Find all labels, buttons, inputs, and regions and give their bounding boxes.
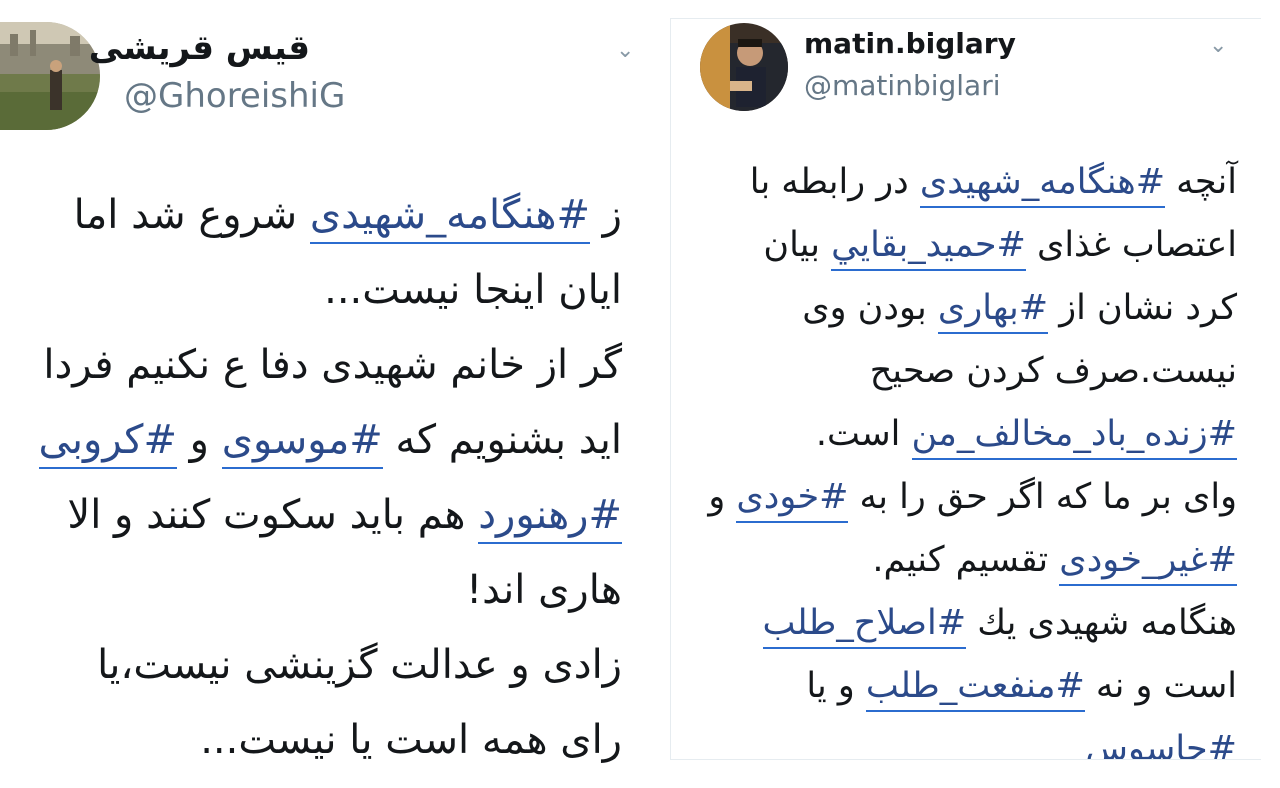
text-line: اید بشنویم که #موسوی و #کروبی <box>38 403 622 478</box>
hashtag-link[interactable]: #رهنورد <box>478 492 622 544</box>
text-line: نیست.صرف کردن صحیح <box>708 340 1237 403</box>
text-line: #رهنورد هم باید سکوت کنند و الا <box>39 478 622 553</box>
text-segment: اید بشنویم که <box>382 417 622 463</box>
text-line: آنچه #هنگامه_شهیدی در رابطه با <box>708 151 1237 214</box>
text-segment: ز <box>589 192 622 238</box>
text-segment: اعتصاب غذای <box>1025 225 1237 265</box>
text-segment: آنچه <box>1165 162 1237 202</box>
hashtag-link[interactable]: #کروبی <box>38 417 177 469</box>
text-segment: بودن وی <box>802 288 938 328</box>
user-handle[interactable]: @GhoreishiG <box>124 76 345 116</box>
text-line: گر از خانم شهیدی دفا ع نکنیم فردا <box>39 328 622 403</box>
display-name[interactable]: قیس قریشی <box>89 28 310 68</box>
text-segment: هنگامه شهیدی يك <box>966 603 1237 643</box>
text-line: ایان اینجا نیست... <box>39 253 622 328</box>
text-segment: است و نه <box>1084 666 1237 706</box>
chevron-down-icon[interactable]: ⌄ <box>616 38 634 63</box>
text-segment: نیست.صرف کردن صحیح <box>869 351 1237 391</box>
hashtag-link[interactable]: #غیر_خودی <box>1059 540 1237 586</box>
text-segment: است. <box>815 414 912 454</box>
avatar[interactable] <box>0 22 100 130</box>
hashtag-link[interactable]: #بهاری <box>937 288 1049 334</box>
hashtag-link[interactable]: #منفعت_طلب <box>865 666 1085 712</box>
text-line: ز #هنگامه_شهیدی شروع شد اما <box>39 178 622 253</box>
text-segment: و <box>176 417 222 463</box>
text-segment: کرد نشان از <box>1048 288 1237 328</box>
display-name[interactable]: matin.biglary <box>804 27 1016 60</box>
text-line: است و نه #منفعت_طلب و یا <box>708 655 1237 718</box>
text-segment: زادی و عدالت گزینشی نیست،یا <box>97 642 622 688</box>
text-line: زادی و عدالت گزینشی نیست،یا <box>39 628 622 703</box>
text-segment: بیان <box>763 225 832 265</box>
text-segment: گر از خانم شهیدی دفا ع نکنیم فردا <box>43 342 622 388</box>
text-line: هنگامه شهیدی يك #اصلاح_طلب <box>708 592 1237 655</box>
text-segment: و <box>708 477 737 517</box>
text-segment: ایان اینجا نیست... <box>324 267 622 313</box>
tweet-text: ز #هنگامه_شهیدی شروع شد اما ایان اینجا ن… <box>38 178 622 778</box>
left-tweet: قیس قریشی @GhoreishiG ⌄ ز #هنگامه_شهیدی … <box>0 0 640 788</box>
user-handle[interactable]: @matinbiglari <box>804 69 1001 102</box>
avatar-image <box>0 22 100 130</box>
text-segment: رای همه است یا نیست... <box>200 717 622 763</box>
hashtag-link[interactable]: #خودی <box>736 477 849 523</box>
text-line: رای همه است یا نیست... <box>39 703 622 778</box>
hashtag-link[interactable]: #هنگامه_شهیدی <box>309 192 590 244</box>
chevron-down-icon[interactable]: ⌄ <box>1209 33 1227 58</box>
right-tweet: matin.biglary @matinbiglari ⌄ آنچه #هنگا… <box>670 18 1261 760</box>
text-line: هاری اند! <box>39 553 622 628</box>
text-line: اعتصاب غذای #حمید_بقایي بیان <box>708 214 1237 277</box>
hashtag-link[interactable]: #حمید_بقایي <box>831 225 1026 271</box>
text-segment: هم باید سکوت کنند و الا <box>67 492 479 538</box>
tweet-text: آنچه #هنگامه_شهیدی در رابطه با اعتصاب غذ… <box>708 151 1237 759</box>
avatar-image <box>700 23 788 111</box>
hashtag-link[interactable]: #جاسوس <box>1085 729 1237 759</box>
text-line: #جاسوس <box>708 718 1237 759</box>
hashtag-link[interactable]: #اصلاح_طلب <box>762 603 967 649</box>
avatar[interactable] <box>700 23 788 111</box>
text-segment: تقسیم کنیم. <box>872 540 1060 580</box>
hashtag-link[interactable]: #زنده_باد_مخالف_من <box>911 414 1237 460</box>
text-line: #غیر_خودی تقسیم کنیم. <box>708 529 1237 592</box>
text-segment: وای بر ما که اگر حق را به <box>848 477 1237 517</box>
text-segment: در رابطه با <box>749 162 920 202</box>
text-line: کرد نشان از #بهاری بودن وی <box>708 277 1237 340</box>
text-segment: شروع شد اما <box>73 192 310 238</box>
hashtag-link[interactable]: #هنگامه_شهیدی <box>919 162 1166 208</box>
hashtag-link[interactable]: #موسوی <box>221 417 383 469</box>
text-line: وای بر ما که اگر حق را به #خودی و <box>708 466 1237 529</box>
text-segment: هاری اند! <box>466 567 622 613</box>
text-segment: و یا <box>806 666 866 706</box>
text-line: #زنده_باد_مخالف_من است. <box>708 403 1237 466</box>
